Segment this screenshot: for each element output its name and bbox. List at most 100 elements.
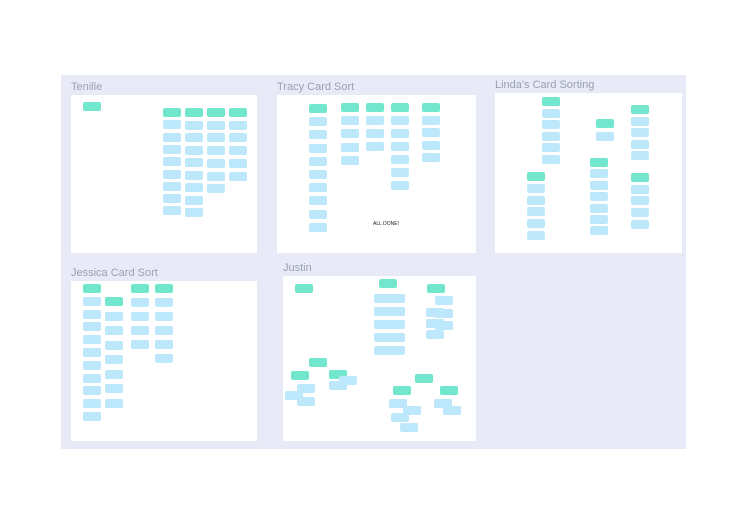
sort-card[interactable] xyxy=(105,311,123,321)
sort-card[interactable] xyxy=(309,156,327,166)
category-header-card[interactable] xyxy=(427,284,445,293)
category-header-card[interactable] xyxy=(155,284,173,293)
sort-card[interactable] xyxy=(83,322,101,332)
sort-card[interactable] xyxy=(631,139,649,149)
sort-card[interactable] xyxy=(366,142,384,151)
sort-card[interactable] xyxy=(391,168,409,177)
sort-card[interactable] xyxy=(590,226,608,236)
sort-card[interactable] xyxy=(185,120,203,130)
sort-card[interactable] xyxy=(590,169,608,179)
category-header-card[interactable] xyxy=(440,386,458,395)
sort-card[interactable] xyxy=(542,155,560,164)
sort-card[interactable] xyxy=(185,170,203,180)
sort-card[interactable] xyxy=(631,184,649,194)
sort-card[interactable] xyxy=(185,158,203,167)
sort-card[interactable] xyxy=(155,326,173,335)
category-header-card[interactable] xyxy=(590,158,608,167)
category-header-card[interactable] xyxy=(291,371,309,380)
sort-card[interactable] xyxy=(83,335,101,345)
sort-card[interactable] xyxy=(155,298,173,307)
sort-card[interactable] xyxy=(590,192,608,202)
sort-card[interactable] xyxy=(631,151,649,160)
category-header-card[interactable] xyxy=(341,103,359,112)
sort-card[interactable] xyxy=(105,398,123,408)
sort-card[interactable] xyxy=(542,131,560,141)
sort-card[interactable] xyxy=(309,130,327,140)
sort-card[interactable] xyxy=(131,326,149,335)
sort-card[interactable] xyxy=(309,117,327,127)
category-header-card[interactable] xyxy=(391,103,409,112)
category-header-card[interactable] xyxy=(415,374,433,383)
sort-card[interactable] xyxy=(105,355,123,364)
sort-card[interactable] xyxy=(391,413,409,422)
board-panel-tracy[interactable]: ALL DONE! xyxy=(277,95,476,253)
sort-card[interactable] xyxy=(105,340,123,350)
sort-card[interactable] xyxy=(309,209,327,219)
category-header-card[interactable] xyxy=(207,108,225,117)
sort-card[interactable] xyxy=(631,219,649,229)
sort-card[interactable] xyxy=(229,158,247,168)
sort-card[interactable] xyxy=(185,183,203,192)
sort-card[interactable] xyxy=(542,108,560,118)
board-panel-jessica[interactable] xyxy=(71,281,257,441)
category-header-card[interactable] xyxy=(631,173,649,182)
sort-card[interactable] xyxy=(341,155,359,165)
sort-card[interactable] xyxy=(229,120,247,130)
category-header-card[interactable] xyxy=(83,284,101,293)
category-header-card[interactable] xyxy=(309,358,327,367)
sort-card[interactable] xyxy=(631,116,649,126)
sort-card[interactable] xyxy=(590,215,608,224)
whiteboard-canvas[interactable]: Tenille Tracy Card Sort Linda's Card Sor… xyxy=(61,75,686,449)
category-header-card[interactable] xyxy=(379,279,397,288)
sort-card[interactable] xyxy=(527,219,545,229)
sort-card[interactable] xyxy=(207,158,225,168)
sort-card[interactable] xyxy=(341,142,359,152)
sort-card[interactable] xyxy=(83,309,101,319)
sort-card[interactable] xyxy=(422,128,440,137)
sort-card[interactable] xyxy=(387,294,405,303)
sort-card[interactable] xyxy=(207,184,225,194)
category-header-card[interactable] xyxy=(309,104,327,113)
sort-card[interactable] xyxy=(527,207,545,217)
category-header-card[interactable] xyxy=(131,284,149,293)
sort-card[interactable] xyxy=(391,129,409,138)
sort-card[interactable] xyxy=(185,208,203,217)
sort-card[interactable] xyxy=(83,399,101,409)
category-header-card[interactable] xyxy=(527,172,545,181)
sort-card[interactable] xyxy=(155,340,173,349)
sort-card[interactable] xyxy=(366,116,384,125)
sort-card[interactable] xyxy=(163,181,181,191)
category-header-card[interactable] xyxy=(105,297,123,306)
sort-card[interactable] xyxy=(131,340,149,349)
sort-card[interactable] xyxy=(185,195,203,205)
sort-card[interactable] xyxy=(105,384,123,393)
sort-card[interactable] xyxy=(527,195,545,205)
sort-card[interactable] xyxy=(309,222,327,232)
sort-card[interactable] xyxy=(631,208,649,218)
sort-card[interactable] xyxy=(163,120,181,130)
sort-card[interactable] xyxy=(341,116,359,126)
sort-card[interactable] xyxy=(391,142,409,151)
sort-card[interactable] xyxy=(163,169,181,179)
sort-card[interactable] xyxy=(341,129,359,139)
category-header-card[interactable] xyxy=(542,97,560,106)
category-header-card[interactable] xyxy=(295,284,313,293)
sort-card[interactable] xyxy=(155,312,173,321)
sort-card[interactable] xyxy=(339,376,357,385)
sort-card[interactable] xyxy=(83,360,101,370)
board-panel-justin[interactable] xyxy=(283,276,476,441)
sticky-note[interactable] xyxy=(562,155,582,168)
sort-card[interactable] xyxy=(422,140,440,150)
sort-card[interactable] xyxy=(400,423,418,432)
sticky-note[interactable] xyxy=(547,195,565,205)
sort-card[interactable] xyxy=(426,330,444,339)
sort-card[interactable] xyxy=(426,319,444,328)
sort-card[interactable] xyxy=(590,203,608,213)
sticky-note[interactable] xyxy=(655,183,672,199)
category-header-card[interactable] xyxy=(393,386,411,395)
sort-card[interactable] xyxy=(163,144,181,154)
sort-card[interactable] xyxy=(422,115,440,125)
sort-card[interactable] xyxy=(435,296,453,305)
sort-card[interactable] xyxy=(83,373,101,383)
sort-card[interactable] xyxy=(366,129,384,138)
